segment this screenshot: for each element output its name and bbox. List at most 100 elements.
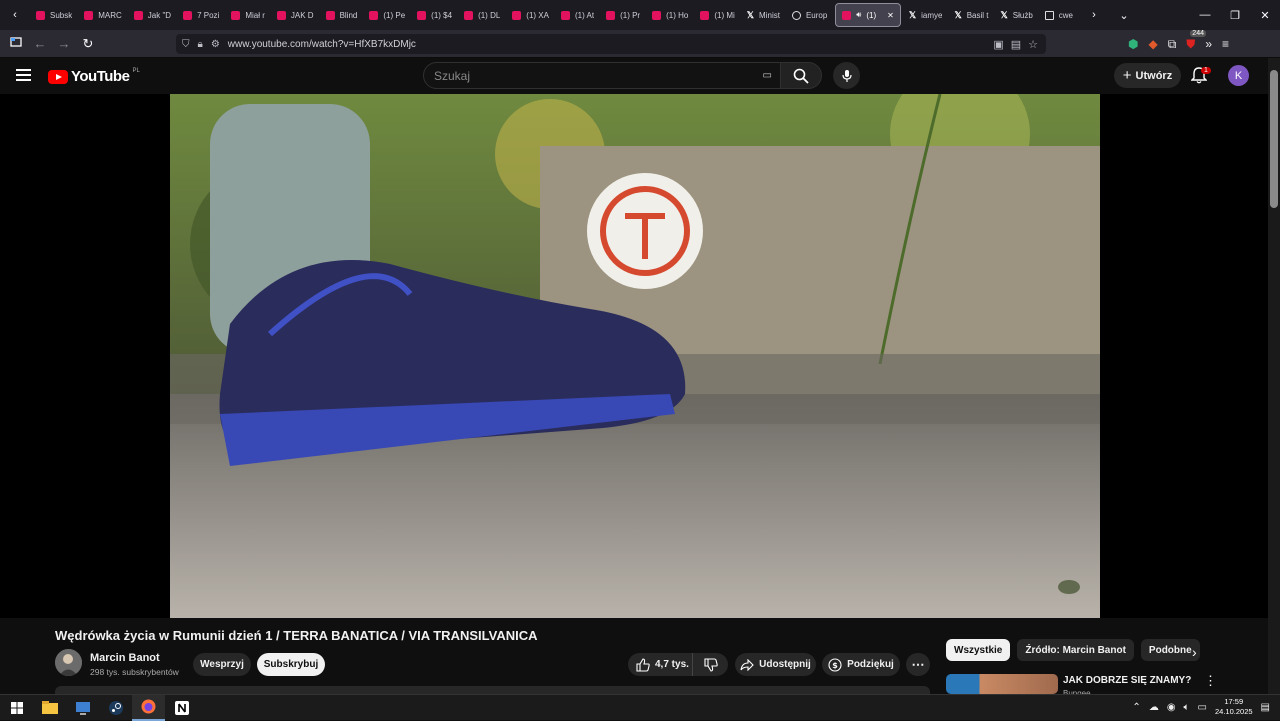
scrollbar-thumb[interactable] xyxy=(1270,70,1278,208)
youtube-favicon-icon xyxy=(84,10,94,20)
browser-tab[interactable]: Europ xyxy=(786,0,833,30)
file-explorer-icon[interactable] xyxy=(33,695,66,721)
recommendation-title[interactable]: JAK DOBRZE SIĘ ZNAMY? xyxy=(1063,675,1191,686)
back-icon[interactable]: ← xyxy=(28,36,52,51)
subscribe-button[interactable]: Subskrybuj xyxy=(257,653,325,676)
steam-icon[interactable] xyxy=(99,695,132,721)
keyboard-icon[interactable]: ▭ xyxy=(763,70,772,81)
shield-icon[interactable]: ⛉ xyxy=(182,39,190,50)
windows-start-icon[interactable] xyxy=(0,695,33,721)
display-icon[interactable]: ▭ xyxy=(1198,702,1207,713)
browser-tab[interactable]: Subsk xyxy=(30,0,78,30)
notion-icon[interactable] xyxy=(165,695,198,721)
audio-playing-icon[interactable]: 🔊︎ xyxy=(856,10,861,20)
close-window-icon[interactable]: ✕ xyxy=(1250,9,1280,22)
tab-title: Służb xyxy=(1012,10,1033,20)
browser-tab[interactable]: JAK D xyxy=(271,0,320,30)
voice-search-button[interactable] xyxy=(833,62,860,89)
browser-tab[interactable]: (1) Pe xyxy=(363,0,411,30)
video-frame[interactable] xyxy=(170,94,1100,618)
support-button[interactable]: Wesprzyj xyxy=(193,653,251,676)
extensions-icon[interactable]: ⧉ xyxy=(1168,37,1177,52)
recommendation-thumbnail[interactable] xyxy=(946,674,1058,694)
browser-tab[interactable]: (1) At xyxy=(555,0,600,30)
reload-icon[interactable]: ↻ xyxy=(76,36,100,52)
browser-tab[interactable]: 𝕏iamye xyxy=(903,0,949,30)
picture-in-picture-icon[interactable]: ▣ xyxy=(993,38,1003,51)
search-button[interactable] xyxy=(780,62,822,89)
notifications-center-icon[interactable]: ▤ xyxy=(1261,702,1270,713)
channel-watermark[interactable] xyxy=(1058,580,1080,594)
browser-tab[interactable]: Blind xyxy=(320,0,364,30)
browser-tab[interactable]: 🔊︎ (1) ✕ xyxy=(835,3,901,27)
search-icon xyxy=(793,68,809,84)
browser-tab[interactable]: (1) Ho xyxy=(646,0,694,30)
maximize-icon[interactable]: ❐ xyxy=(1220,9,1250,22)
tab-scroll-left-icon[interactable]: ‹ xyxy=(0,9,30,21)
avatar[interactable]: K xyxy=(1228,65,1249,86)
browser-tab[interactable]: 𝕏 Służb xyxy=(995,0,1039,30)
browser-tab[interactable]: Miał r xyxy=(225,0,271,30)
search-input[interactable]: Szukaj ▭ xyxy=(423,62,781,89)
url-bar[interactable]: ⛉ 🔒︎ ⚙︎ www.youtube.com/watch?v=HfXB7kxD… xyxy=(176,34,1046,54)
url-text[interactable]: www.youtube.com/watch?v=HfXB7kxDMjc xyxy=(228,39,416,50)
sidebar-toggle-icon[interactable] xyxy=(4,36,28,51)
remote-desktop-icon[interactable] xyxy=(66,695,99,721)
vpn-extension-icon[interactable]: ⬢ xyxy=(1128,37,1138,51)
volume-icon[interactable]: 🔈︎ xyxy=(1184,702,1190,713)
recommendation-menu-icon[interactable]: ⋮ xyxy=(1204,673,1217,689)
thanks-button[interactable]: $ Podziękuj xyxy=(822,653,900,676)
lock-icon[interactable]: 🔒︎ xyxy=(198,39,203,50)
close-tab-icon[interactable]: ✕ xyxy=(887,11,894,20)
browser-tab[interactable]: 7 Pozi xyxy=(177,0,225,30)
browser-tab[interactable]: (1) $4 xyxy=(411,0,458,30)
guide-menu-icon[interactable] xyxy=(16,68,32,87)
channel-avatar[interactable] xyxy=(55,649,82,676)
chip-all[interactable]: Wszystkie xyxy=(946,639,1011,661)
permissions-icon[interactable]: ⚙︎ xyxy=(211,39,220,50)
chips-next-icon[interactable]: › xyxy=(1192,644,1197,660)
minimize-icon[interactable]: — xyxy=(1190,9,1220,21)
clock[interactable]: 17:59 24.10.2025 xyxy=(1215,697,1253,717)
browser-tab[interactable]: (1) DL xyxy=(458,0,506,30)
page-scrollbar[interactable] xyxy=(1268,58,1280,694)
more-tools-icon[interactable]: » xyxy=(1205,37,1212,51)
channel-name[interactable]: Marcin Banot xyxy=(90,652,160,664)
browser-tab[interactable]: (1) Pr xyxy=(600,0,646,30)
extensions-area: ⬢ ◆ ⧉ ⛊ 244 » ≡ xyxy=(1128,29,1229,58)
video-title: Wędrówka życia w Rumunii dzień 1 / TERRA… xyxy=(55,628,538,643)
description-box[interactable] xyxy=(55,686,930,694)
browser-tab[interactable]: 𝕏 Basil t xyxy=(948,0,994,30)
chip-from-channel[interactable]: Źródło: Marcin Banot xyxy=(1017,639,1134,661)
thanks-dollar-icon: $ xyxy=(828,657,842,672)
tray-overflow-icon[interactable]: ⌃ xyxy=(1132,702,1140,713)
ublock-icon[interactable]: ⛊ 244 xyxy=(1186,29,1206,52)
more-actions-button[interactable]: ⋯ xyxy=(906,653,930,676)
onedrive-icon[interactable]: ☁ xyxy=(1149,702,1159,713)
more-horizontal-icon: ⋯ xyxy=(911,656,925,672)
chip-related[interactable]: Podobne xyxy=(1140,639,1200,661)
dislike-button[interactable] xyxy=(692,653,728,676)
browser-tab[interactable]: (1) XA xyxy=(506,0,555,30)
tab-scroll-right-icon[interactable]: › xyxy=(1079,9,1109,21)
browser-tab[interactable]: 𝕏 Minist xyxy=(741,0,786,30)
menu-hamburger-icon[interactable]: ≡ xyxy=(1222,37,1229,51)
fox-extension-icon[interactable]: ◆ xyxy=(1148,37,1157,51)
youtube-favicon-icon xyxy=(512,10,522,20)
browser-tab[interactable]: MARC xyxy=(78,0,128,30)
forward-icon[interactable]: → xyxy=(52,36,76,51)
network-icon[interactable]: ◉ xyxy=(1167,702,1176,713)
like-button[interactable]: 4,7 tys. xyxy=(628,653,692,676)
x-logo-icon: 𝕏 xyxy=(746,9,755,20)
browser-tab[interactable]: Jak "D xyxy=(128,0,177,30)
browser-tab[interactable]: cwe xyxy=(1039,0,1079,30)
bookmark-star-icon[interactable]: ☆ xyxy=(1028,38,1038,51)
firefox-icon[interactable] xyxy=(132,694,165,721)
create-button[interactable]: + Utwórz xyxy=(1114,63,1181,88)
youtube-logo[interactable]: YouTube PL xyxy=(48,68,140,85)
reader-view-icon[interactable]: ▤ xyxy=(1011,38,1021,51)
list-all-tabs-icon[interactable]: ⌄ xyxy=(1109,9,1139,22)
browser-tab[interactable]: (1) Mi xyxy=(694,0,740,30)
share-button[interactable]: Udostępnij xyxy=(735,653,816,676)
video-player[interactable] xyxy=(0,94,1268,618)
